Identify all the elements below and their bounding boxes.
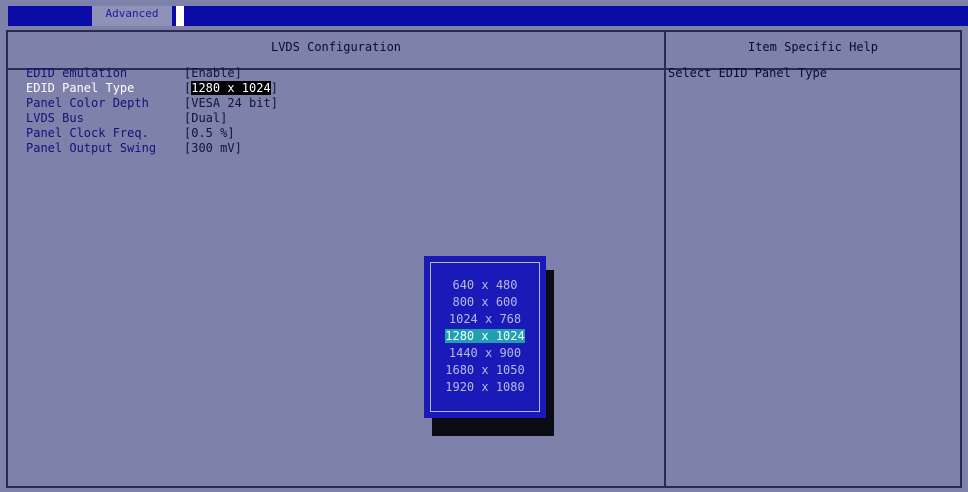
setting-value[interactable]: [0.5 %] (184, 126, 235, 141)
setting-label: Panel Clock Freq. (26, 126, 149, 140)
option-640x480[interactable]: 640 x 480 (431, 277, 539, 294)
option-label: 1024 x 768 (448, 312, 522, 326)
value-bracket-close: ] (270, 81, 278, 95)
setting-value[interactable]: [1280 x 1024] (184, 81, 278, 96)
option-1024x768[interactable]: 1024 x 768 (431, 311, 539, 328)
option-1440x900[interactable]: 1440 x 900 (431, 345, 539, 362)
setting-lvds-bus[interactable]: LVDS Bus [Dual] (26, 111, 278, 126)
tab-separator (176, 6, 184, 26)
option-label: 1680 x 1050 (445, 363, 525, 377)
setting-panel-output-swing[interactable]: Panel Output Swing [300 mV] (26, 141, 278, 156)
panel-title: LVDS Configuration (270, 40, 402, 54)
tab-advanced[interactable]: Advanced (92, 6, 172, 26)
setting-label: EDID emulation (26, 66, 128, 80)
setting-panel-color-depth[interactable]: Panel Color Depth [VESA 24 bit] (26, 96, 278, 111)
option-800x600[interactable]: 800 x 600 (431, 294, 539, 311)
setting-value[interactable]: [Dual] (184, 111, 227, 126)
option-1680x1050[interactable]: 1680 x 1050 (431, 362, 539, 379)
option-label: 1920 x 1080 (445, 380, 525, 394)
setting-edid-panel-type[interactable]: EDID Panel Type [1280 x 1024] (26, 81, 278, 96)
option-label: 640 x 480 (452, 278, 518, 292)
option-1280x1024[interactable]: 1280 x 1024 (431, 328, 539, 345)
help-text: Select EDID Panel Type (668, 66, 827, 80)
option-1920x1080[interactable]: 1920 x 1080 (431, 379, 539, 396)
help-title: Item Specific Help (747, 40, 879, 54)
settings-list: EDID emulation [Enable] EDID Panel Type … (26, 66, 278, 156)
setting-label: EDID Panel Type (26, 81, 135, 95)
setting-label: Panel Color Depth (26, 96, 149, 110)
option-label: 1440 x 900 (448, 346, 522, 360)
options-list: 640 x 480 800 x 600 1024 x 768 1280 x 10… (430, 262, 540, 412)
setting-value[interactable]: [VESA 24 bit] (184, 96, 278, 111)
setting-label: LVDS Bus (26, 111, 84, 125)
setting-value[interactable]: [300 mV] (184, 141, 242, 156)
setting-panel-clock-freq[interactable]: Panel Clock Freq. [0.5 %] (26, 126, 278, 141)
setting-value[interactable]: [Enable] (184, 66, 242, 81)
vertical-divider (664, 32, 666, 486)
option-label: 800 x 600 (452, 295, 518, 309)
value-highlight: 1280 x 1024 (191, 81, 271, 95)
options-popup: 640 x 480 800 x 600 1024 x 768 1280 x 10… (424, 256, 546, 418)
setting-edid-emulation[interactable]: EDID emulation [Enable] (26, 66, 278, 81)
setting-label: Panel Output Swing (26, 141, 157, 155)
option-label: 1280 x 1024 (445, 329, 525, 343)
